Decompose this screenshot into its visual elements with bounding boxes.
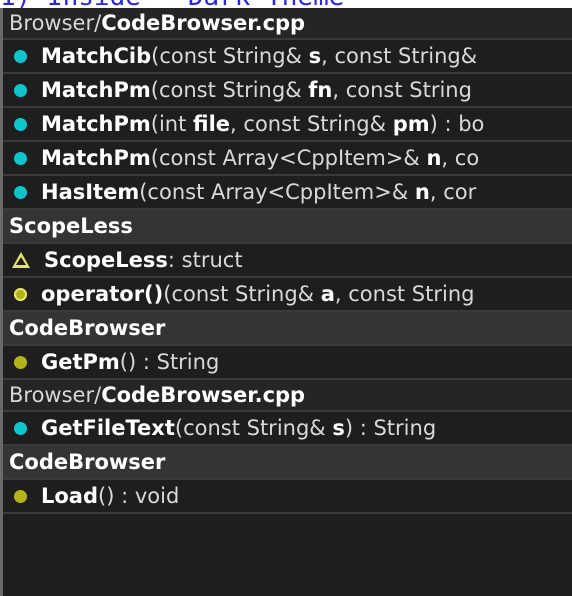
list-item[interactable]: MatchPm (const String& fn, const String [3, 74, 572, 108]
list-item[interactable]: GetPm () : String [3, 346, 572, 380]
item-signature: (const Array<CppItem>& n, cor [139, 180, 477, 204]
item-name: MatchPm [41, 78, 151, 102]
item-name: MatchPm [41, 112, 151, 136]
item-signature: : struct [167, 248, 243, 272]
item-name: operator() [41, 282, 164, 306]
list-item[interactable]: HasItem (const Array<CppItem>& n, cor [3, 176, 572, 210]
item-signature: () : void [98, 484, 180, 508]
list-item[interactable]: MatchPm (const Array<CppItem>& n, co [3, 142, 572, 176]
item-name: ScopeLess [44, 248, 168, 272]
item-signature: (const Array<CppItem>& n, co [150, 146, 480, 170]
top-strip-text: 1) Inside - Dark Theme [0, 0, 344, 8]
file-path-prefix: Browser/ [9, 383, 102, 407]
item-name: Load [41, 484, 99, 508]
item-name: HasItem [41, 180, 140, 204]
item-signature: (const String& s) : String [174, 416, 437, 440]
item-signature: (const String& fn, const String [150, 78, 472, 102]
cyan-dot-icon [14, 49, 27, 63]
cyan-dot-icon [14, 117, 27, 131]
list-item[interactable]: Load () : void [3, 480, 572, 514]
list-item[interactable]: operator() (const String& a, const Strin… [3, 278, 572, 312]
file-header[interactable]: Browser/CodeBrowser.cpp [3, 380, 572, 412]
item-signature: (const String& s, const String& [151, 44, 478, 68]
olive-dot-icon [14, 489, 27, 503]
cyan-dot-icon [14, 83, 27, 97]
item-signature: () : String [119, 350, 220, 374]
item-name: MatchCib [41, 44, 152, 68]
file-path-prefix: Browser/ [9, 11, 102, 35]
olive-dot-icon [14, 355, 27, 369]
list-item[interactable]: MatchPm (int file, const String& pm) : b… [3, 108, 572, 142]
list-item[interactable]: GetFileText (const String& s) : String [3, 412, 572, 446]
scope-header[interactable]: CodeBrowser [3, 446, 572, 480]
scope-header[interactable]: ScopeLess [3, 210, 572, 244]
top-strip: 1) Inside - Dark Theme [0, 0, 572, 8]
item-name: GetPm [41, 350, 120, 374]
scope-header[interactable]: CodeBrowser [3, 312, 572, 346]
cyan-dot-icon [14, 185, 27, 199]
item-name: MatchPm [41, 146, 151, 170]
file-name: CodeBrowser.cpp [101, 383, 306, 407]
olive-ring-icon [14, 287, 27, 301]
code-browser-list[interactable]: Browser/CodeBrowser.cpp MatchCib (const … [0, 8, 572, 596]
file-header[interactable]: Browser/CodeBrowser.cpp [3, 8, 572, 40]
list-item[interactable]: ScopeLess : struct [3, 244, 572, 278]
item-name: GetFileText [41, 416, 175, 440]
cyan-dot-icon [14, 421, 27, 435]
item-signature: (int file, const String& pm) : bo [150, 112, 485, 136]
list-item[interactable]: MatchCib (const String& s, const String& [3, 40, 572, 74]
file-name: CodeBrowser.cpp [101, 11, 306, 35]
cyan-dot-icon [14, 151, 27, 165]
item-signature: (const String& a, const String [163, 282, 475, 306]
struct-triangle-icon [12, 252, 30, 268]
